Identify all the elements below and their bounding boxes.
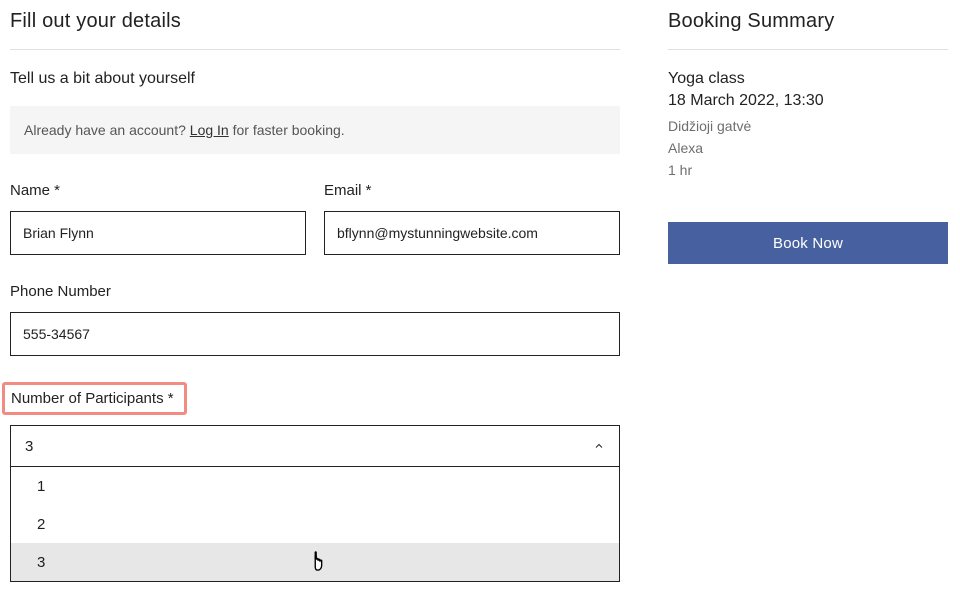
email-label: Email * [324,182,372,199]
participants-field: Number of Participants * 3 123 [10,382,620,582]
participants-selected-value: 3 [25,438,33,455]
participants-option[interactable]: 2 [11,505,619,543]
login-strip-post: for faster booking. [229,122,345,138]
name-field: Name * [10,182,306,255]
name-label: Name * [10,182,60,199]
summary-title: Booking Summary [668,10,948,50]
summary-service: Yoga class [668,70,948,88]
phone-label: Phone Number [10,283,111,300]
book-now-button[interactable]: Book Now [668,222,948,264]
login-strip: Already have an account? Log In for fast… [10,106,620,154]
name-input[interactable] [10,211,306,255]
email-input[interactable] [324,211,620,255]
pointer-cursor-icon [307,547,329,577]
phone-field: Phone Number [10,283,620,356]
login-strip-pre: Already have an account? [24,122,190,138]
form-title: Fill out your details [10,10,620,50]
summary-location: Didžioji gatvė [668,118,948,134]
login-link[interactable]: Log In [190,122,229,138]
summary-duration: 1 hr [668,162,948,178]
form-subtitle: Tell us a bit about yourself [10,70,620,88]
email-field: Email * [324,182,620,255]
summary-datetime: 18 March 2022, 13:30 [668,92,948,110]
participants-label: Number of Participants * [2,382,187,415]
chevron-up-icon [593,440,605,452]
booking-summary: Booking Summary Yoga class 18 March 2022… [668,10,948,582]
participants-select[interactable]: 3 [10,425,620,467]
participants-option[interactable]: 3 [11,543,619,581]
summary-staff: Alexa [668,140,948,156]
participants-option[interactable]: 1 [11,467,619,505]
phone-input[interactable] [10,312,620,356]
participants-dropdown: 123 [10,467,620,582]
details-form: Fill out your details Tell us a bit abou… [10,10,620,582]
